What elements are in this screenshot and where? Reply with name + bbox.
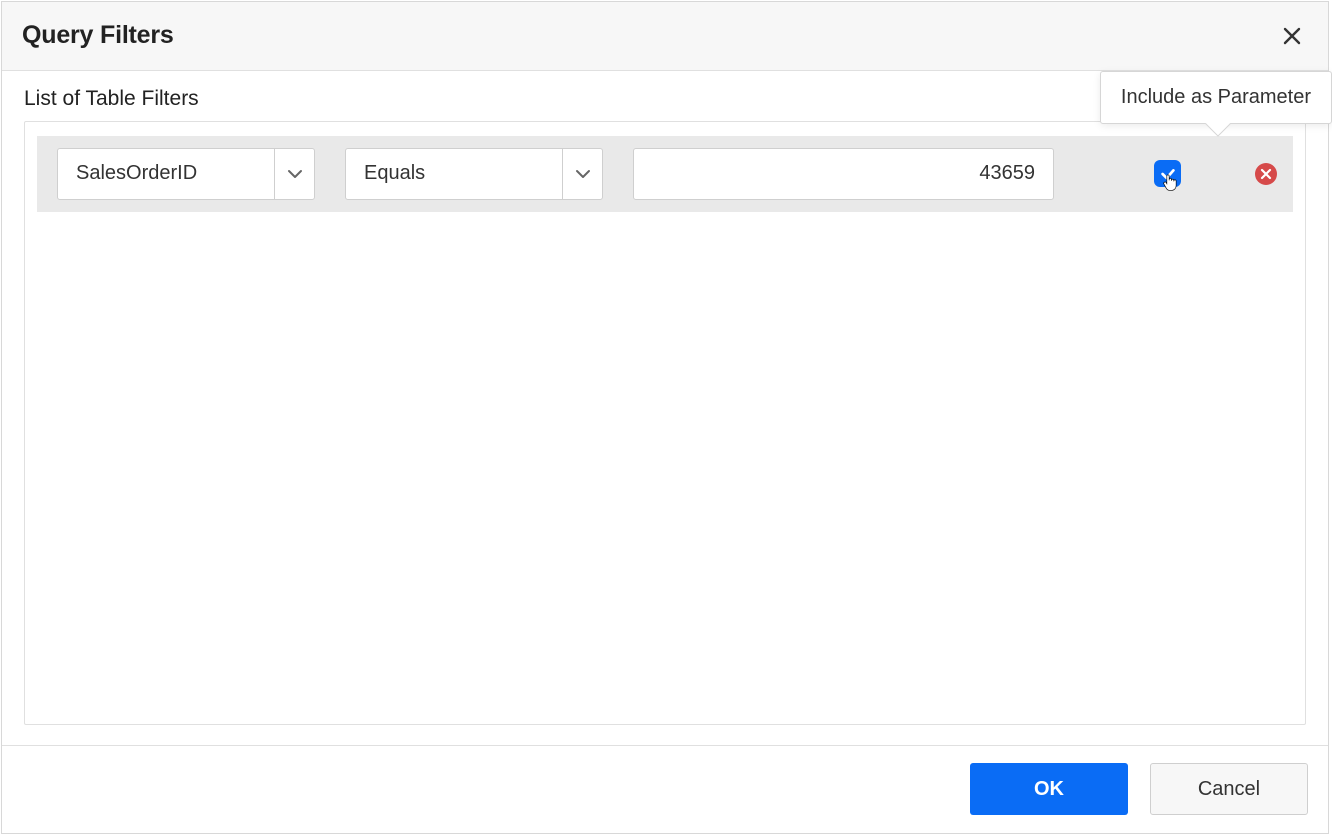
operator-select-value: Equals (364, 162, 425, 185)
operator-select[interactable]: Equals (345, 148, 603, 200)
filters-container: SalesOrderID Equals (24, 121, 1306, 725)
close-button[interactable] (1278, 22, 1306, 50)
query-filters-dialog: Query Filters List of Table Filters +ADD… (1, 1, 1329, 834)
filter-row: SalesOrderID Equals (37, 136, 1293, 212)
chevron-down-icon (573, 164, 593, 184)
delete-filter-button[interactable] (1255, 163, 1277, 185)
tooltip-text: Include as Parameter (1121, 86, 1311, 108)
value-input[interactable] (633, 148, 1054, 200)
column-select-caret (274, 149, 314, 199)
tooltip: Include as Parameter (1100, 71, 1332, 124)
operator-select-caret (562, 149, 602, 199)
column-select[interactable]: SalesOrderID (57, 148, 315, 200)
chevron-down-icon (285, 164, 305, 184)
dialog-header: Query Filters (2, 2, 1328, 71)
dialog-title: Query Filters (22, 21, 174, 50)
column-select-value: SalesOrderID (76, 162, 197, 185)
cancel-button[interactable]: Cancel (1150, 763, 1308, 815)
filter-row-actions (1154, 160, 1277, 187)
section-label: List of Table Filters (24, 87, 199, 111)
close-icon (1282, 26, 1302, 46)
dialog-footer: OK Cancel (2, 745, 1328, 833)
include-parameter-checkbox[interactable] (1154, 160, 1181, 187)
ok-button[interactable]: OK (970, 763, 1128, 815)
check-icon (1159, 165, 1177, 183)
dialog-body: List of Table Filters +ADD SalesOrderID … (2, 71, 1328, 745)
close-icon (1260, 168, 1272, 180)
